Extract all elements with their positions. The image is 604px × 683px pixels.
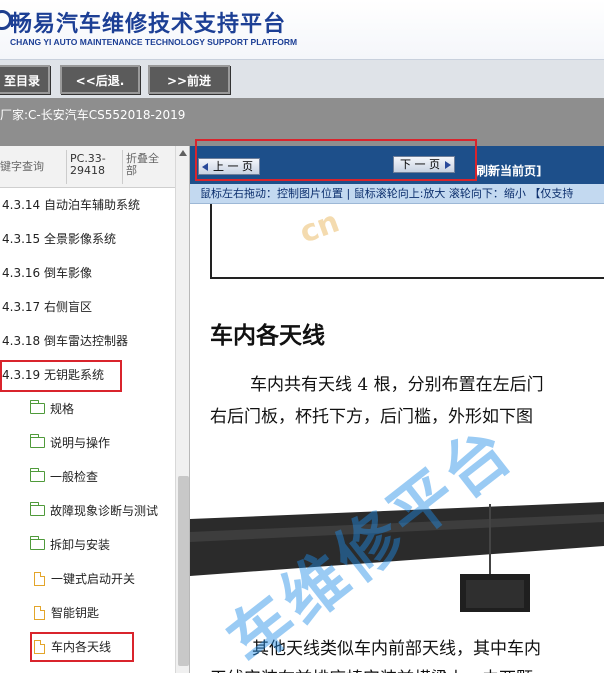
document-icon [34,605,45,620]
manufacturer-text: 厂家:C-长安汽车CS552018-2019 [0,108,186,122]
folder-icon [30,468,45,482]
document-viewer: 上 一 页 下 一 页 刷新当前页] 鼠标左右拖动：控制图片位置 | 鼠标滚轮向… [190,146,604,673]
viewer-hint: 鼠标左右拖动：控制图片位置 | 鼠标滚轮向上:放大 滚轮向下：缩小 【仅支持 [190,184,604,204]
tree-item-label: 一般检查 [50,470,99,484]
collapse-all-button[interactable]: 折叠全部 [126,153,168,177]
pagination-highlight-box [195,139,477,181]
paragraph-line: 右后门板，杯托下方，后门槛，外形如下图 [210,407,533,427]
column-divider [122,150,123,184]
document-page[interactable]: 车内各天线 车内共有天线 4 根，分别布置在左后门 右后门板，杯托下方，后门槛，… [190,204,604,673]
tree-item[interactable]: 规格 [30,392,74,426]
column-divider [66,150,67,184]
tree-item-label: 4.3.14 自动泊车辅助系统 [2,198,140,212]
tree-item-label: 4.3.15 全景影像系统 [2,232,116,246]
site-subtitle: CHANG YI AUTO MAINTENANCE TECHNOLOGY SUP… [10,37,298,47]
folder-icon [30,400,45,414]
site-title: 畅易汽车维修技术支持平台 [10,12,287,37]
tree-item-label: 规格 [50,402,75,416]
keyword-search-tab[interactable]: 键字查询 [0,158,44,174]
tree-item[interactable]: 拆卸与安装 [30,528,110,562]
paragraph-line: 车内共有天线 4 根，分别布置在左后门 [250,375,544,395]
sidebar-scrollbar[interactable] [175,146,189,673]
tree-item[interactable]: 4.3.16 倒车影像 [2,256,92,290]
back-button[interactable]: <<后退. [60,65,140,94]
folder-icon [30,502,45,516]
tree-item[interactable]: 4.3.15 全景影像系统 [2,222,116,256]
figure-frame [210,204,604,279]
tree-item-label: 拆卸与安装 [50,538,111,552]
tree-item-label: 故障现象诊断与测试 [50,504,159,518]
sidebar-header: 键字查询 PC.33-29418 折叠全部 [0,146,175,188]
document-icon [34,571,45,586]
tree-item-label: 一键式启动开关 [51,572,136,586]
scroll-up-icon[interactable] [179,150,187,156]
paragraph-line: 天线安装在前排座椅安装前横梁上，由两颗 [210,664,533,673]
folder-icon [30,434,45,448]
tree-item[interactable]: 一键式启动开关 [34,562,135,596]
antenna-image [190,499,604,612]
tree-item[interactable]: 4.3.14 自动泊车辅助系统 [2,188,140,222]
tree-item-label: 说明与操作 [50,436,111,450]
catalog-button[interactable]: 至目录 [0,65,50,94]
highlight-box [0,360,122,392]
header-banner: 畅易汽车维修技术支持平台 CHANG YI AUTO MAINTENANCE T… [0,0,604,60]
tree-item[interactable]: 4.3.18 倒车雷达控制器 [2,324,128,358]
tree-item-label: 智能钥匙 [51,606,100,620]
scrollbar-thumb[interactable] [178,476,189,666]
folder-open-icon [30,536,45,550]
refresh-page-link[interactable]: 刷新当前页] [476,162,542,179]
section-heading: 车内各天线 [210,322,325,349]
pc-code-tab[interactable]: PC.33-29418 [70,153,116,177]
tree-item-label: 4.3.18 倒车雷达控制器 [2,334,128,348]
tree-item-label: 4.3.16 倒车影像 [2,266,92,280]
paragraph-line: 其他天线类似车内前部天线，其中车内 [252,639,541,659]
tree-item-label: 4.3.17 右侧盲区 [2,300,92,314]
forward-button[interactable]: >>前进 [148,65,230,94]
tree-item[interactable]: 说明与操作 [30,426,110,460]
tree-item[interactable]: 一般检查 [30,460,98,494]
sidebar: 键字查询 PC.33-29418 折叠全部 4.3.14 自动泊车辅助系统 4.… [0,146,190,673]
tree-item[interactable]: 4.3.17 右侧盲区 [2,290,92,324]
tree-item[interactable]: 智能钥匙 [34,596,99,630]
highlight-box [30,632,134,662]
nav-bar: 至目录 <<后退. >>前进 [0,60,604,98]
tree-item[interactable]: 故障现象诊断与测试 [30,494,158,528]
